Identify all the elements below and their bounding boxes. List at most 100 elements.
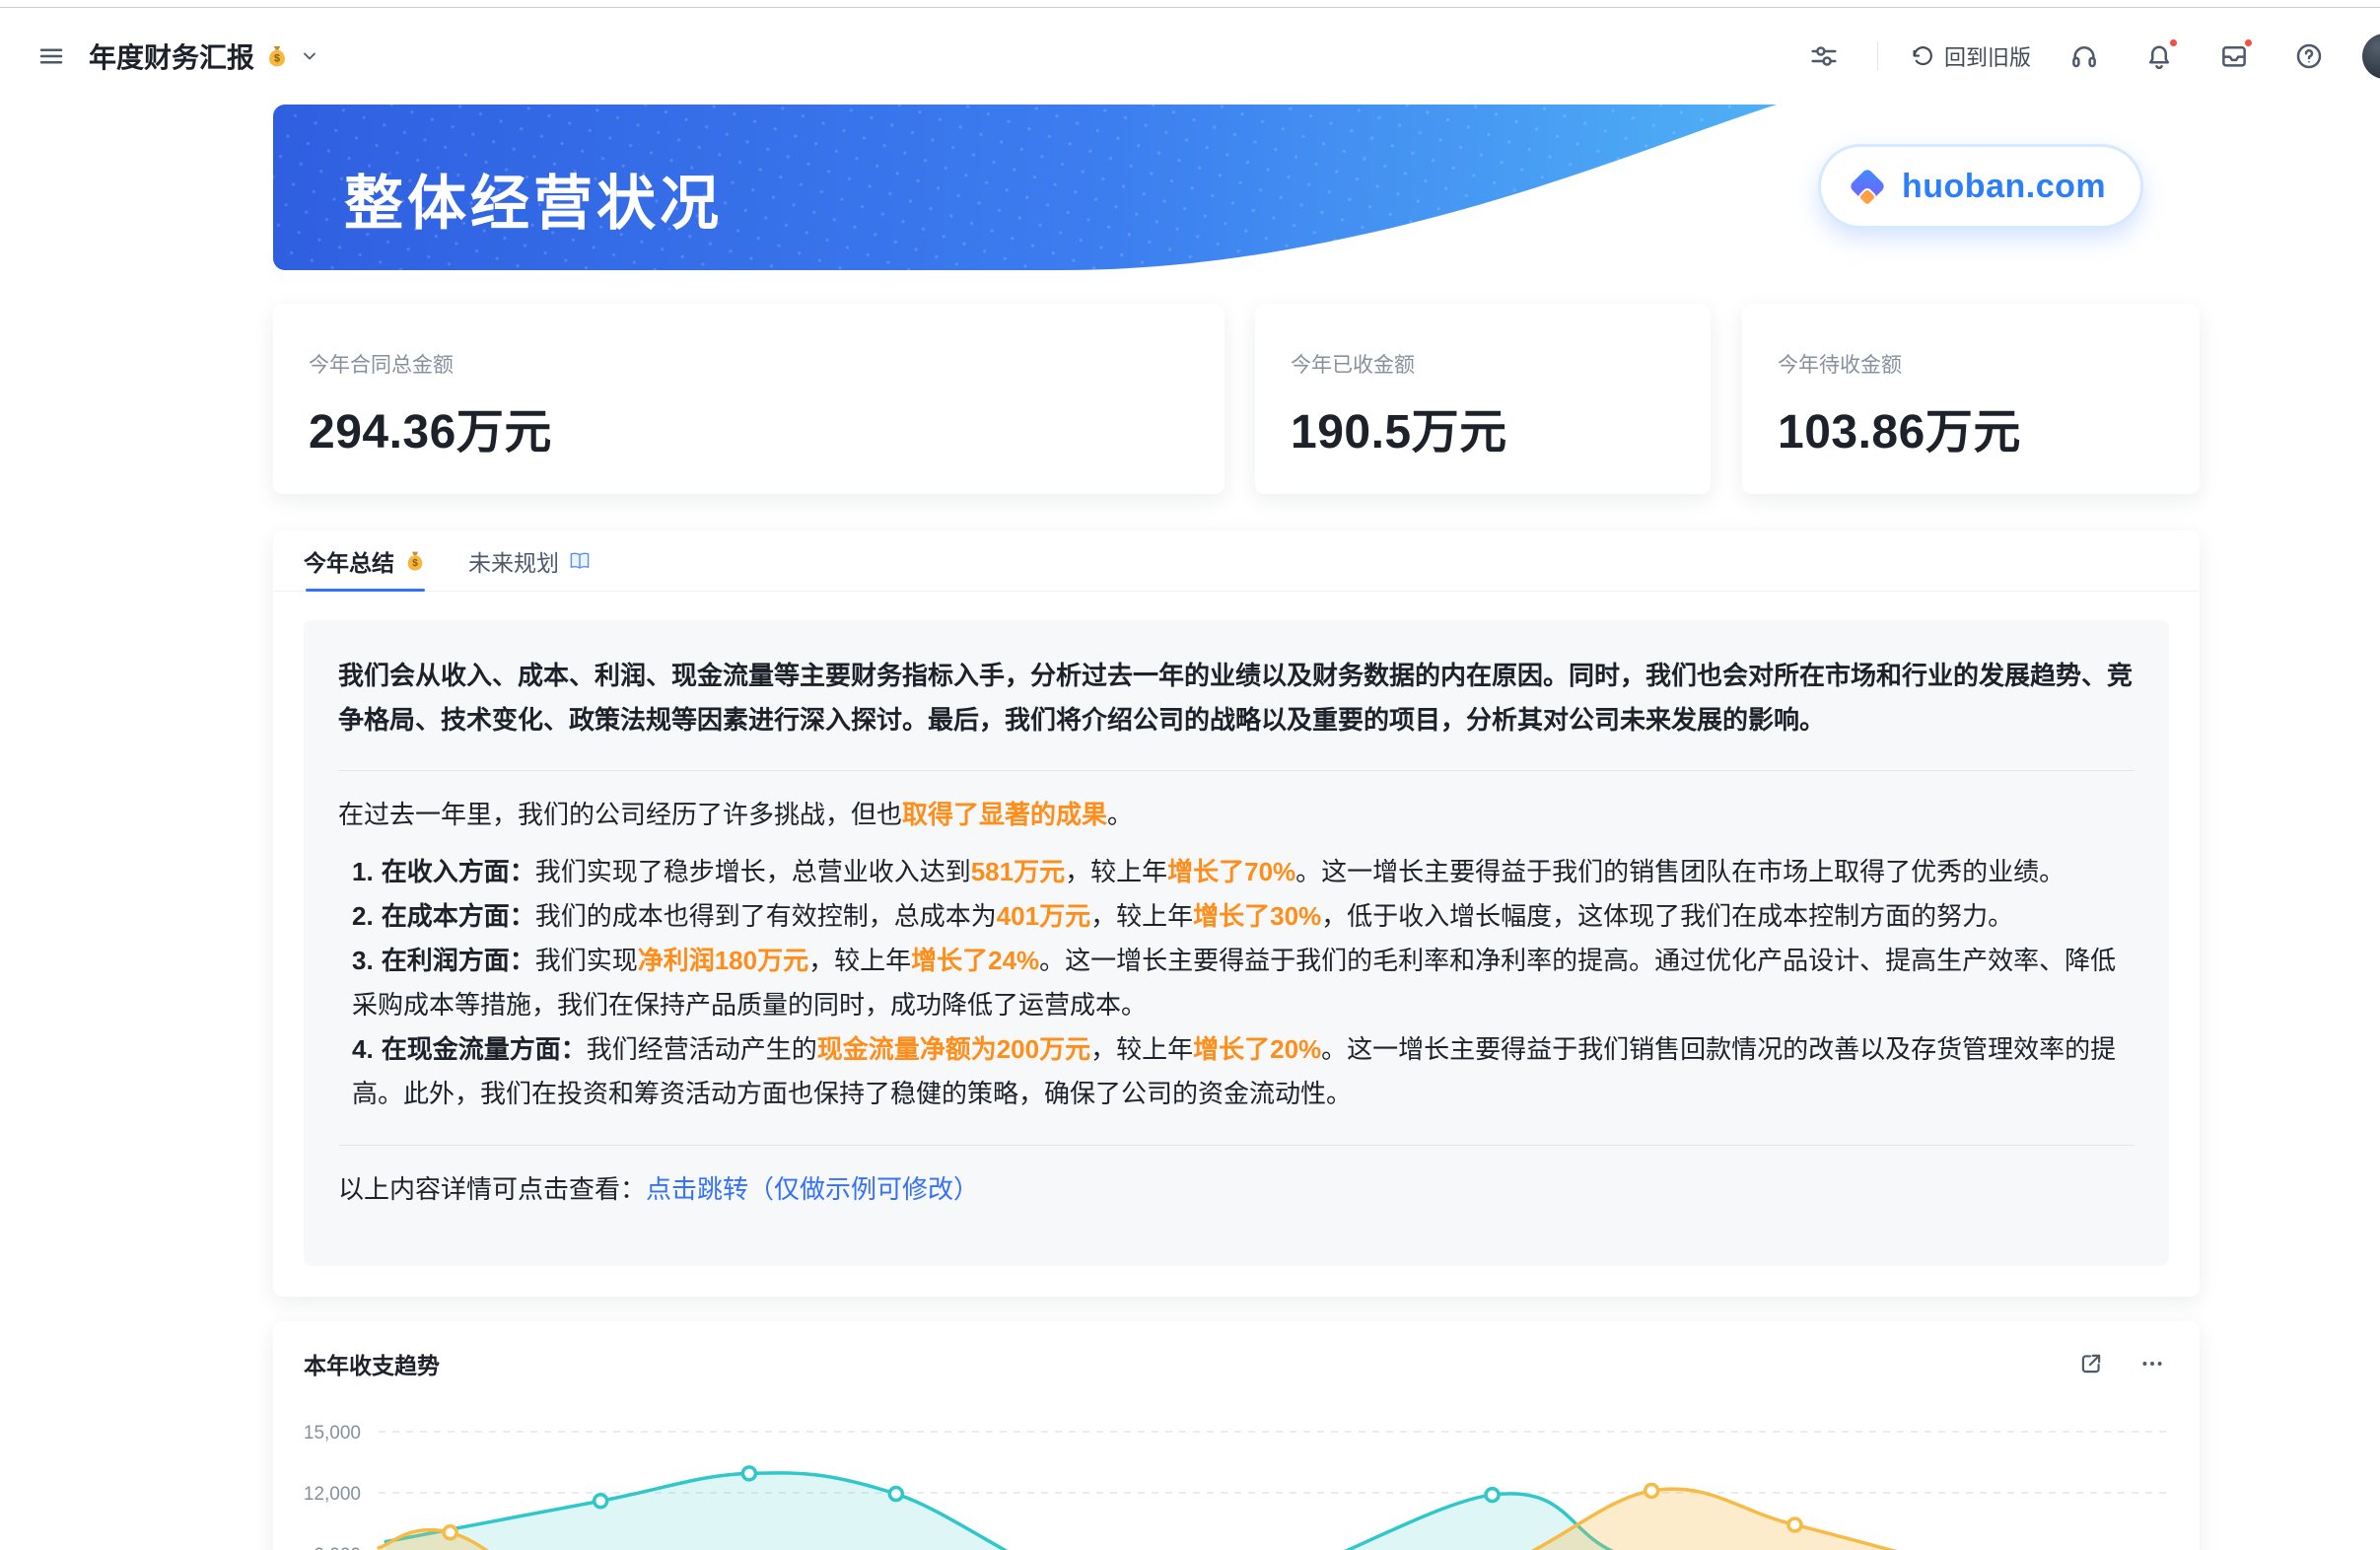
back-to-old-version-label: 回到旧版: [1944, 40, 2031, 72]
report-banner: 整体经营状况 huoban.com: [273, 105, 2200, 270]
series-teal-point[interactable]: [742, 1467, 755, 1480]
tab-future-plan[interactable]: 未来规划: [468, 530, 592, 591]
jump-link[interactable]: 点击跳转（仅做示例可修改）: [646, 1174, 979, 1204]
tab-label: 未来规划: [468, 544, 559, 578]
tab-label: 今年总结: [304, 544, 394, 578]
stat-value: 294.36万元: [309, 392, 1189, 461]
highlight-text: 增长了24%: [911, 946, 1039, 975]
y-axis-tick-label: 12,000: [304, 1484, 361, 1505]
money-bag-icon: $: [403, 549, 427, 573]
summary-item: 2. 在成本方面：我们的成本也得到了有效控制，总成本为401万元，较上年增长了30…: [352, 894, 2135, 939]
tab-this-year-summary[interactable]: 今年总结 $: [304, 530, 427, 591]
summary-lead: 在过去一年里，我们的公司经历了许多挑战，但也取得了显著的成果。: [338, 793, 2135, 837]
trend-chart-svg: 15,000 12,000 9,000: [304, 1392, 2169, 1550]
stat-card-pending: 今年待收金额 103.86万元: [1742, 304, 2200, 494]
support-button[interactable]: [2063, 35, 2106, 78]
item-number: 1.: [352, 857, 374, 886]
divider: [338, 1145, 2135, 1146]
chevron-down-icon: [300, 46, 319, 66]
y-axis-tick-label: 9,000: [314, 1545, 361, 1550]
stat-cards: 今年合同总金额 294.36万元 今年已收金额 190.5万元 今年待收金额 1…: [273, 304, 2200, 494]
window-top-edge: [0, 0, 2380, 8]
text-segment: ，低于收入增长幅度，这体现了我们在成本控制方面的努力。: [1321, 901, 2013, 931]
text-segment: ，较上年: [1090, 901, 1193, 931]
highlight-text: 581万元: [971, 857, 1065, 886]
chart-actions: [2074, 1347, 2169, 1380]
banner-title: 整体经营状况: [344, 156, 723, 242]
highlight-text: 401万元: [997, 901, 1090, 931]
top-nav: 年度财务汇报 $ 回到旧版: [0, 8, 2380, 105]
chart-header: 本年收支趋势: [304, 1347, 2169, 1380]
summary-intro: 我们会从收入、成本、利润、现金流量等主要财务指标入手，分析过去一年的业绩以及财务…: [338, 654, 2135, 742]
huoban-logo-icon: [1845, 164, 1890, 209]
stat-card-contract-total: 今年合同总金额 294.36万元: [273, 304, 1225, 494]
series-orange-point[interactable]: [1645, 1484, 1658, 1497]
stat-label: 今年待收金额: [1778, 349, 2164, 379]
text-segment: 我们经营活动产生的: [587, 1034, 817, 1064]
svg-text:$: $: [412, 558, 418, 569]
series-teal-point[interactable]: [595, 1495, 607, 1508]
series-teal-point[interactable]: [889, 1488, 902, 1501]
text-segment: 在成本方面：: [382, 901, 535, 931]
item-number: 3.: [352, 946, 374, 975]
external-link-icon: [2078, 1351, 2104, 1376]
menu-button[interactable]: [30, 35, 73, 78]
stat-card-received: 今年已收金额 190.5万元: [1255, 304, 1711, 494]
text-segment: 以上内容详情可点击查看：: [338, 1174, 646, 1204]
huoban-logo: huoban.com: [1818, 144, 2143, 229]
chart-title: 本年收支趋势: [304, 1347, 440, 1380]
history-icon: [1910, 43, 1935, 69]
ellipsis-icon: [2139, 1351, 2165, 1376]
report-title-dropdown[interactable]: 年度财务汇报 $: [89, 36, 319, 76]
highlight-text: 净利润180万元: [638, 946, 808, 975]
report-page: 整体经营状况 huoban.com 今年合同总金额 294.36万元 今年已收金…: [273, 105, 2200, 1550]
money-bag-icon: $: [264, 43, 290, 69]
text-segment: 我们实现: [535, 946, 638, 975]
series-orange-point[interactable]: [444, 1526, 456, 1539]
highlight-text: 增长了70%: [1167, 857, 1295, 886]
highlight-text: 增长了30%: [1193, 901, 1321, 931]
y-axis-tick-label: 15,000: [304, 1423, 361, 1444]
trend-chart-card: 本年收支趋势 15,000 12,000 9,000: [273, 1321, 2200, 1550]
text-segment: 我们的成本也得到了有效控制，总成本为: [535, 901, 997, 931]
summary-footer: 以上内容详情可点击查看：点击跳转（仅做示例可修改）: [338, 1167, 2135, 1212]
summary-content: 我们会从收入、成本、利润、现金流量等主要财务指标入手，分析过去一年的业绩以及财务…: [304, 620, 2169, 1266]
summary-item: 1.在收入方面：我们实现了稳步增长，总营业收入达到581万元，较上年增长了70%…: [352, 850, 2135, 894]
text-segment: 我们实现了稳步增长，总营业收入达到: [535, 857, 971, 886]
display-settings-button[interactable]: [1802, 35, 1846, 78]
notification-badge: [2168, 37, 2179, 48]
series-orange-point[interactable]: [1788, 1518, 1801, 1531]
text-segment: 在现金流量方面：: [382, 1034, 587, 1064]
text-segment: 。这一增长主要得益于我们的销售团队在市场上取得了优秀的业绩。: [1295, 857, 2065, 886]
stat-value: 190.5万元: [1291, 392, 1675, 461]
tab-bar: 今年总结 $ 未来规划: [273, 530, 2200, 592]
highlight-text: 增长了20%: [1193, 1034, 1321, 1064]
item-number: 2.: [352, 901, 374, 931]
page-title: 年度财务汇报: [89, 36, 254, 76]
stat-label: 今年合同总金额: [309, 349, 1189, 379]
text-segment: ，较上年: [1090, 1034, 1193, 1064]
text-segment: 在过去一年里，我们的公司经历了许多挑战，但也: [338, 800, 902, 829]
item-number: 4.: [352, 1034, 374, 1064]
summary-list: 1.在收入方面：我们实现了稳步增长，总营业收入达到581万元，较上年增长了70%…: [338, 850, 2135, 1116]
highlight-text: 取得了显著的成果: [902, 800, 1107, 829]
avatar[interactable]: [2362, 34, 2380, 79]
book-icon: [568, 549, 592, 573]
inbox-badge: [2243, 37, 2254, 48]
help-button[interactable]: [2287, 35, 2331, 78]
inbox-button[interactable]: [2212, 35, 2256, 78]
notifications-button[interactable]: [2137, 35, 2181, 78]
series-teal-area: [385, 1473, 2169, 1550]
series-teal-point[interactable]: [1486, 1489, 1499, 1502]
stat-value: 103.86万元: [1778, 392, 2164, 461]
svg-text:$: $: [274, 52, 280, 64]
text-segment: 。: [1107, 800, 1133, 829]
huoban-logo-text: huoban.com: [1902, 168, 2106, 206]
headset-icon: [2069, 41, 2099, 71]
open-in-new-button[interactable]: [2074, 1347, 2108, 1380]
back-to-old-version-button[interactable]: 回到旧版: [1910, 40, 2031, 72]
summary-item: 4.在现金流量方面：我们经营活动产生的现金流量净额为200万元，较上年增长了20…: [352, 1027, 2135, 1116]
text-segment: ，较上年: [808, 946, 911, 975]
nav-actions: 回到旧版: [1802, 34, 2380, 79]
more-options-button[interactable]: [2135, 1347, 2169, 1380]
